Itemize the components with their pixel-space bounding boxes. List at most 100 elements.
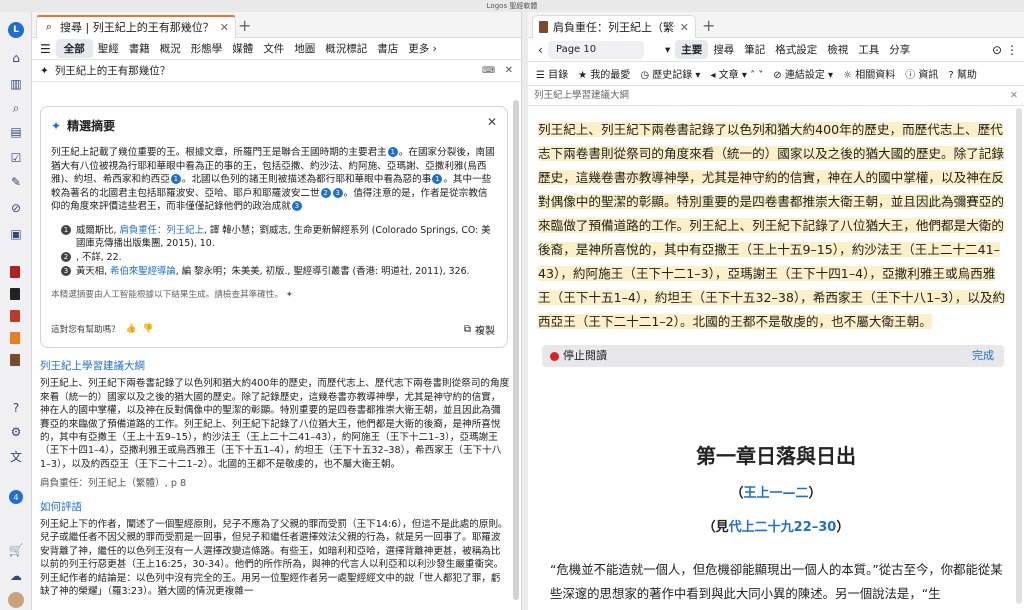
left-scrollbar[interactable]	[513, 100, 519, 600]
citation-2[interactable]: 2	[320, 187, 331, 198]
chevron-down-icon[interactable]: ˅	[758, 70, 763, 81]
search-icon[interactable]: ⌕	[8, 100, 24, 116]
stop-reading-button[interactable]: 停止閱讀	[563, 349, 607, 362]
library-icon[interactable]: ▥	[8, 76, 24, 92]
dropdown-icon[interactable]: ▾	[660, 44, 675, 56]
menu-format[interactable]: 格式設定	[770, 42, 822, 57]
keyboard-icon[interactable]: ⌨	[482, 66, 495, 76]
summary-text: 列王紀上記載了幾位重要的王。根據文章，所羅門王是聯合王國時期的主要君主 1 。在國家…	[51, 146, 497, 214]
result-source[interactable]: 肩負重任：列王紀上（繁體）, p 8	[40, 477, 510, 490]
tab-book[interactable]: 肩負重任：列王紀上（繁體） ✕	[532, 15, 696, 38]
help-icon[interactable]: ?	[8, 400, 24, 416]
home-icon[interactable]: ⌂	[8, 50, 24, 66]
menu-search[interactable]: 搜尋	[708, 42, 739, 57]
sync-icon[interactable]: ⊙	[992, 43, 1002, 57]
nav-documents[interactable]: 文件	[258, 41, 289, 56]
book-red[interactable]	[10, 266, 20, 278]
thumbs-down-icon[interactable]: 👎	[142, 324, 153, 334]
citation-1[interactable]: 1	[432, 174, 443, 185]
link-settings-button[interactable]: ⊘ 連結設定 ▾	[773, 66, 833, 81]
notification-badge[interactable]: 4	[9, 490, 23, 504]
menu-view[interactable]: 檢視	[822, 42, 853, 57]
nav-all[interactable]: 全部	[55, 39, 93, 58]
book-red2[interactable]	[10, 310, 20, 322]
nav-more[interactable]: 更多 ›	[403, 41, 442, 56]
result-title[interactable]: 列王紀上學習建議大綱	[40, 360, 510, 373]
done-button[interactable]: 完成	[972, 345, 994, 367]
help-button[interactable]: ? 幫助	[948, 66, 977, 81]
citation-1[interactable]: 1	[387, 147, 398, 157]
feedback-row: 這對您有幫助嗎？ 👍 👎	[51, 323, 153, 335]
checklist-icon[interactable]: ☑	[8, 150, 24, 166]
guides-icon[interactable]: ▤	[8, 124, 24, 140]
back-icon[interactable]: ‹	[538, 43, 543, 57]
ai-summary-card: ✦ 精選摘要 ✕ 列王紀上記載了幾位重要的王。根據文章，所羅門王是聯合王國時期的主…	[40, 106, 508, 348]
nav-store[interactable]: 書店	[372, 41, 403, 56]
book-dark[interactable]	[10, 288, 20, 300]
toc-button[interactable]: ☰ 目錄	[536, 66, 568, 81]
nav-topics[interactable]: 概況標記	[320, 41, 372, 56]
close-icon[interactable]: ✕	[487, 115, 497, 129]
reference-link[interactable]: 肩負重任：列王紀上	[119, 225, 203, 236]
more-icon[interactable]: ⋮	[1006, 43, 1018, 57]
info-button[interactable]: ⓘ 資訊	[905, 66, 938, 81]
clear-icon[interactable]: ✕	[505, 65, 513, 76]
menu-icon[interactable]: ☰	[32, 42, 56, 56]
tab-search[interactable]: ⌕ 搜尋 | 列王紀上的王有那幾位？| 全部 ✕	[36, 15, 236, 38]
info-icon: ⓘ	[905, 70, 916, 81]
page-input[interactable]: Page 10	[548, 40, 644, 59]
nav-morphology[interactable]: 形態學	[186, 41, 228, 56]
cloud-icon[interactable]: ☁	[8, 568, 24, 584]
reading-text: 列王紀上、列王紀下兩卷書記錄了以色列和猶大約400年的歷史，而歷代志上、歷代志下…	[538, 118, 1006, 334]
reference-item: 1 威爾斯比, 肩負重任：列王紀上, 譯 韓小慧；劉威志, 生命更新解經系列 (…	[61, 224, 497, 250]
nav-overview[interactable]: 概況	[155, 41, 186, 56]
new-tab-icon[interactable]: +	[238, 16, 251, 35]
reference-link[interactable]: 希伯來聖經導論	[110, 266, 176, 277]
history-button[interactable]: ◷ 歷史記錄 ▾	[640, 66, 700, 81]
result-title[interactable]: 如何評語	[40, 501, 510, 514]
copy-button[interactable]: ⧉ 複製	[464, 322, 495, 337]
avatar[interactable]	[8, 592, 24, 608]
article-button[interactable]: ◂ 文章 ▾ ˄ ˅	[710, 66, 763, 81]
bookmark-icon[interactable]: ▣	[8, 226, 24, 242]
menu-notes[interactable]: 筆記	[739, 42, 770, 57]
result-body: 列王紀上、列王紀下兩卷書記錄了以色列和猶大約400年的歷史，而歷代志上、歷代志下…	[40, 378, 510, 470]
citation-1[interactable]: 1	[170, 174, 181, 185]
help-label: 幫助	[956, 70, 977, 81]
menu-share[interactable]: 分享	[884, 42, 915, 57]
notes-icon[interactable]: ✎	[8, 174, 24, 190]
close-icon[interactable]: ✕	[220, 21, 229, 34]
related-button[interactable]: ☼ 相關資料	[843, 66, 895, 81]
logo-icon[interactable]: L	[8, 22, 24, 38]
thumbs-up-icon[interactable]: 👍	[126, 324, 137, 334]
chevron-down-icon: ▾	[741, 70, 747, 81]
citation-3[interactable]: 3	[291, 201, 302, 212]
help-icon: ?	[948, 70, 954, 81]
stop-icon[interactable]	[550, 351, 559, 361]
book-orange[interactable]	[10, 332, 20, 344]
menu-tools[interactable]: 工具	[853, 42, 884, 57]
close-icon[interactable]: ✕	[680, 21, 689, 34]
read-aloud-bar: 停止閱讀 完成	[542, 345, 1004, 367]
scripture-link[interactable]: 王上一—二	[743, 486, 808, 501]
citation-3[interactable]: 3	[332, 187, 343, 198]
settings-icon[interactable]: ⚙	[8, 424, 24, 440]
nav-media[interactable]: 媒體	[227, 41, 258, 56]
cart-icon[interactable]: 🛒	[8, 542, 24, 558]
reference-detail: , 編 黎永明；朱美美, 初版., 聖經導引叢書 (香港: 明道社, 2011)…	[175, 265, 470, 277]
scripture-link[interactable]: 代上二十九22–30	[729, 520, 837, 535]
nav-bible[interactable]: 聖經	[93, 41, 124, 56]
chevron-up-icon[interactable]: ˄	[750, 70, 755, 81]
right-scrollbar[interactable]	[1016, 108, 1022, 604]
nav-books[interactable]: 書籍	[124, 41, 155, 56]
book-brown[interactable]	[10, 354, 20, 366]
close-icon[interactable]: ✕	[1010, 86, 1018, 106]
translate-icon[interactable]: 文	[8, 448, 24, 464]
menu-main[interactable]: 主要	[675, 40, 709, 59]
query-text[interactable]: 列王紀上的王有那幾位？	[55, 63, 171, 78]
favorites-button[interactable]: ★ 我的最愛	[578, 66, 630, 81]
new-tab-icon[interactable]: +	[702, 16, 715, 35]
nav-maps[interactable]: 地圖	[289, 41, 320, 56]
link-icon: ⊘	[773, 70, 782, 81]
prayer-icon[interactable]: ⊘	[8, 200, 24, 216]
